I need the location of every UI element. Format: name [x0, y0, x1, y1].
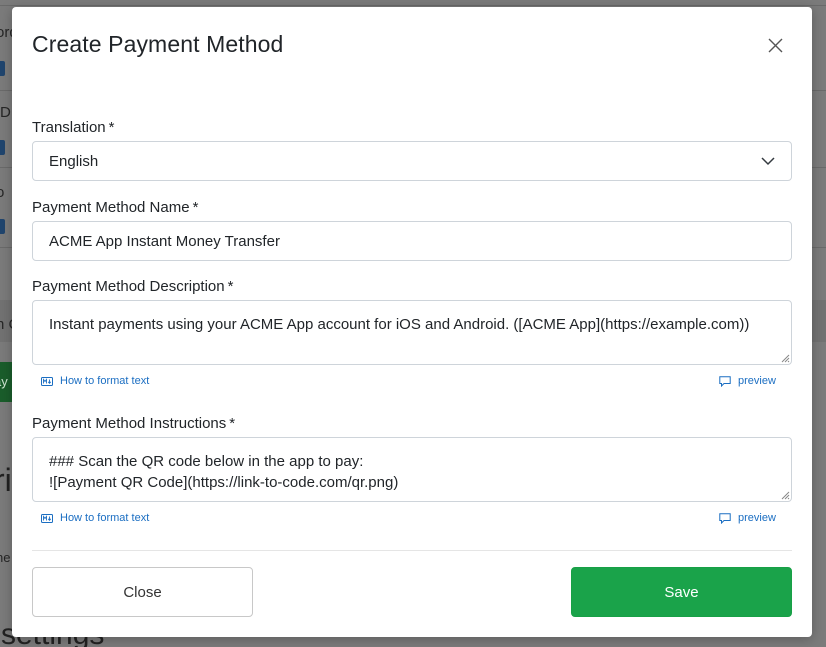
format-help-text: How to format text — [60, 375, 150, 387]
format-help-text: How to format text — [60, 512, 150, 524]
bg-badge — [0, 61, 5, 76]
translation-label-text: Translation — [32, 119, 106, 136]
description-preview-link[interactable]: preview — [719, 375, 776, 387]
create-payment-method-modal: Create Payment Method Translation * Engli… — [12, 7, 812, 637]
payment-method-instructions-label: Payment Method Instructions * — [32, 415, 235, 432]
preview-text: preview — [738, 512, 776, 524]
footer-divider — [32, 550, 792, 551]
chevron-down-icon — [761, 157, 775, 166]
bg-divider — [0, 5, 826, 6]
payment-method-name-value: ACME App Instant Money Transfer — [49, 232, 280, 250]
translation-select[interactable]: English — [32, 141, 792, 181]
payment-method-description-textarea[interactable]: Instant payments using your ACME App acc… — [32, 300, 792, 365]
payment-method-name-input[interactable]: ACME App Instant Money Transfer — [32, 221, 792, 261]
instructions-line: ### Scan the QR code below in the app to… — [49, 453, 364, 470]
bg-badge — [0, 219, 5, 234]
required-mark: * — [108, 119, 115, 136]
required-mark: * — [227, 278, 234, 295]
bg-text: ay — [0, 374, 8, 389]
close-icon — [768, 38, 782, 52]
instructions-format-help-link[interactable]: How to format text — [41, 512, 149, 524]
bg-badge — [0, 140, 5, 155]
translation-label: Translation * — [32, 119, 115, 136]
close-modal-button[interactable] — [765, 35, 785, 55]
payment-method-instructions-textarea[interactable]: ### Scan the QR code below in the app to… — [32, 437, 792, 502]
markdown-icon — [41, 376, 53, 386]
close-button[interactable]: Close — [32, 567, 253, 617]
payment-method-description-label-text: Payment Method Description — [32, 278, 225, 295]
comment-icon — [719, 512, 731, 524]
payment-method-description-value: Instant payments using your ACME App acc… — [49, 316, 750, 333]
comment-icon — [719, 375, 731, 387]
description-format-help-link[interactable]: How to format text — [41, 375, 149, 387]
modal-title: Create Payment Method — [32, 31, 284, 57]
bg-text: D — [0, 104, 11, 121]
instructions-line: ![Payment QR Code](https://link-to-code.… — [49, 474, 399, 491]
translation-selected-value: English — [49, 152, 99, 170]
markdown-icon — [41, 513, 53, 523]
resize-handle-icon[interactable] — [780, 490, 790, 500]
preview-text: preview — [738, 375, 776, 387]
instructions-preview-link[interactable]: preview — [719, 512, 776, 524]
payment-method-description-label: Payment Method Description * — [32, 278, 233, 295]
payment-method-name-label: Payment Method Name * — [32, 199, 198, 216]
resize-handle-icon[interactable] — [780, 353, 790, 363]
payment-method-instructions-label-text: Payment Method Instructions — [32, 415, 227, 432]
payment-method-name-label-text: Payment Method Name — [32, 199, 190, 216]
required-mark: * — [229, 415, 236, 432]
bg-heading: ri — [0, 462, 12, 498]
bg-text: ne — [0, 550, 11, 565]
save-button[interactable]: Save — [571, 567, 792, 617]
bg-text: o — [0, 184, 5, 201]
required-mark: * — [192, 199, 199, 216]
